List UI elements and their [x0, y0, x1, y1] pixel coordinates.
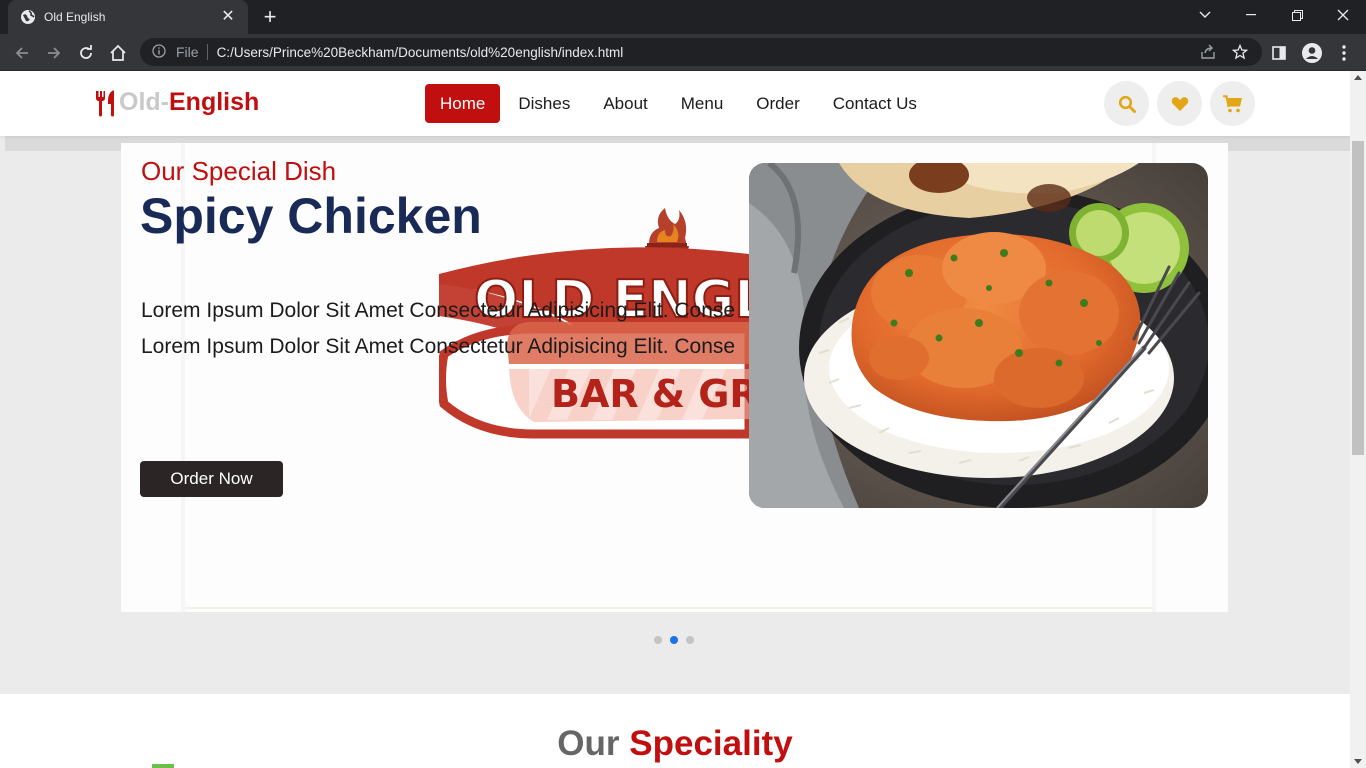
minimize-icon	[1246, 14, 1256, 16]
speciality-heading-speciality: Speciality	[629, 724, 793, 763]
restore-icon	[1291, 9, 1303, 21]
arrow-right-icon	[48, 47, 61, 59]
carousel-pagination	[654, 636, 702, 644]
browser-toolbar: File C:/Users/Prince%20Beckham/Documents…	[0, 34, 1366, 71]
file-scheme-label: File	[176, 44, 199, 60]
reload-icon	[80, 45, 92, 59]
chevron-down-icon	[1199, 11, 1211, 18]
omnibox-separator	[206, 44, 208, 60]
site-header: Old- English Home Dishes About Menu Orde…	[0, 71, 1350, 136]
scroll-up-arrow-icon[interactable]	[1354, 75, 1362, 80]
hero-title: Spicy Chicken	[140, 188, 482, 244]
url-text[interactable]: C:/Users/Prince%20Beckham/Documents/old%…	[217, 45, 624, 60]
nav-contact-us[interactable]: Contact Us	[818, 84, 932, 123]
order-now-button[interactable]: Order Now	[140, 461, 283, 497]
close-tab-icon[interactable]: ✕	[220, 9, 236, 25]
search-icon	[1118, 95, 1136, 113]
speciality-heading: Our Speciality	[0, 724, 1350, 764]
close-icon	[1337, 9, 1349, 21]
hero-subtitle: Our Special Dish	[141, 156, 337, 186]
cart-button[interactable]	[1210, 81, 1255, 126]
main-nav: Home Dishes About Menu Order Contact Us	[425, 84, 935, 123]
speciality-section: Our Speciality	[0, 694, 1350, 768]
utensils-icon	[94, 89, 118, 117]
slide-bottom-line	[185, 607, 1153, 609]
speciality-heading-our: Our	[557, 724, 620, 763]
logo-text-english: English	[169, 88, 260, 116]
spicy-chicken-image	[749, 163, 1208, 508]
star-icon	[1232, 44, 1248, 60]
nav-order[interactable]: Order	[741, 84, 814, 123]
browser-tabstrip: Old English ✕ +	[0, 0, 1366, 34]
nav-about[interactable]: About	[588, 84, 662, 123]
logo-text-old: Old-	[119, 88, 169, 116]
nav-dishes[interactable]: Dishes	[503, 84, 585, 123]
carousel-dot-2[interactable]	[670, 636, 678, 644]
home-icon	[110, 44, 126, 61]
tab-title: Old English	[44, 10, 106, 24]
carousel-dot-3[interactable]	[686, 636, 694, 644]
avatar-icon	[1302, 43, 1322, 63]
menu-button[interactable]	[1330, 39, 1358, 67]
site-logo[interactable]: Old- English	[94, 88, 259, 117]
hero-description: Lorem Ipsum Dolor Sit Amet Consectetur A…	[141, 299, 736, 358]
new-tab-button[interactable]: +	[258, 6, 282, 30]
restore-button[interactable]	[1274, 0, 1320, 30]
speciality-image-edge	[152, 764, 174, 768]
hero-slide: OLD ENGL BAR & GRILL Our Special Dish Sp…	[121, 143, 1228, 612]
minimize-button[interactable]	[1228, 0, 1274, 30]
side-panel-button[interactable]	[1265, 39, 1293, 67]
wishlist-button[interactable]	[1157, 81, 1202, 126]
forward-button[interactable]	[40, 39, 68, 67]
address-bar[interactable]: File C:/Users/Prince%20Beckham/Documents…	[140, 38, 1262, 66]
nav-home[interactable]: Home	[425, 84, 501, 123]
shopping-cart-icon	[1222, 94, 1242, 112]
bookmark-button[interactable]	[1227, 39, 1253, 65]
search-button[interactable]	[1104, 81, 1149, 126]
scroll-down-arrow-icon[interactable]	[1354, 759, 1362, 764]
nav-menu[interactable]: Menu	[666, 84, 739, 123]
info-icon[interactable]	[152, 44, 168, 60]
arrow-left-icon	[15, 47, 28, 59]
heart-icon	[1171, 96, 1188, 111]
share-icon	[1201, 44, 1215, 59]
header-icons	[1104, 81, 1263, 126]
carousel-dot-1[interactable]	[654, 636, 662, 644]
tab-search-button[interactable]	[1182, 0, 1228, 30]
globe-icon	[20, 9, 36, 25]
share-button[interactable]	[1195, 39, 1221, 65]
profile-button[interactable]	[1298, 39, 1326, 67]
page-scrollbar[interactable]	[1350, 71, 1366, 768]
back-button[interactable]	[8, 39, 36, 67]
browser-tab[interactable]: Old English ✕	[8, 0, 248, 34]
kebab-menu-icon	[1342, 45, 1346, 61]
scrollbar-thumb[interactable]	[1352, 141, 1364, 455]
reload-button[interactable]	[72, 39, 100, 67]
close-window-button[interactable]	[1320, 0, 1366, 30]
watermark-subtitle-text: BAR & GRILL	[551, 372, 749, 416]
side-panel-icon	[1272, 46, 1286, 60]
home-button[interactable]	[104, 39, 132, 67]
page-viewport: Old- English Home Dishes About Menu Orde…	[0, 71, 1350, 768]
